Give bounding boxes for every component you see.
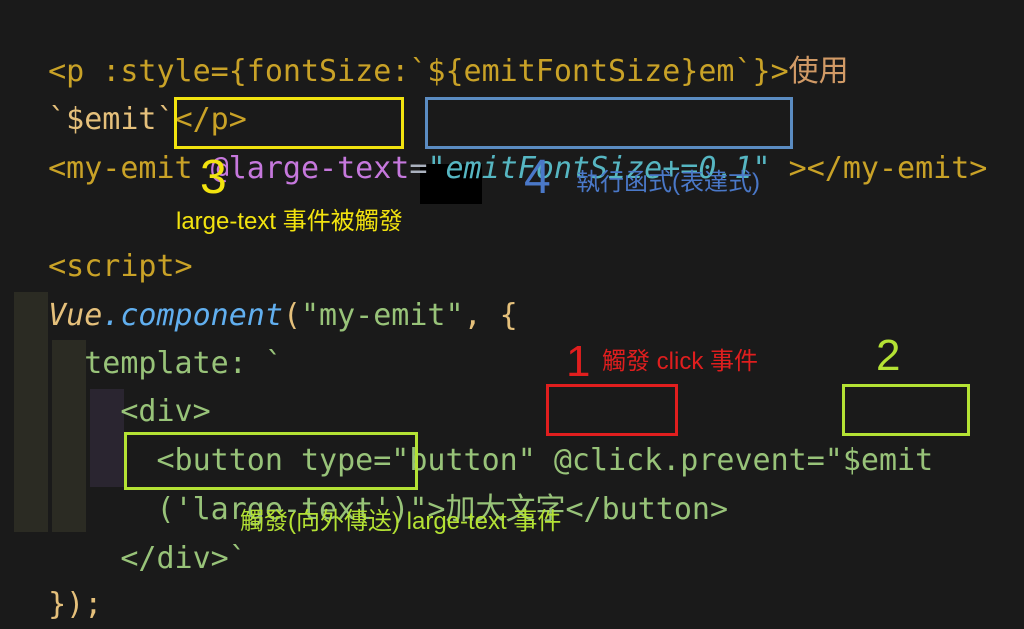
code-token: , { bbox=[463, 298, 518, 333]
code-line-11: }); bbox=[12, 533, 102, 629]
annotation-number-4: 4 bbox=[524, 151, 551, 204]
annotation-text-1: 觸發 click 事件 bbox=[602, 348, 758, 375]
code-token: ( bbox=[282, 298, 301, 333]
code-token: 使用 bbox=[788, 54, 849, 89]
annotation-number-2: 2 bbox=[876, 331, 901, 380]
annotation-number-3: 3 bbox=[200, 151, 227, 204]
annotation-number-1: 1 bbox=[566, 337, 591, 386]
code-token: "my-emit" bbox=[301, 298, 464, 333]
code-token: }); bbox=[48, 587, 103, 622]
code-token: = bbox=[409, 151, 428, 186]
code-token: @large-text bbox=[210, 151, 410, 186]
annotation-text-2: 觸發(向外傳送) large-text 事件 bbox=[240, 508, 562, 535]
annotation-text-3: large-text 事件被觸發 bbox=[176, 208, 403, 235]
code-token: "$emit bbox=[824, 443, 934, 478]
code-token: <my-emit bbox=[48, 151, 211, 186]
annotation-text-4: 執行函式(表達式) bbox=[576, 169, 760, 196]
code-token: ></my-emit> bbox=[770, 151, 988, 186]
code-line-3: <my-emit @large-text="emitFontSize+=0.1"… bbox=[12, 97, 987, 193]
